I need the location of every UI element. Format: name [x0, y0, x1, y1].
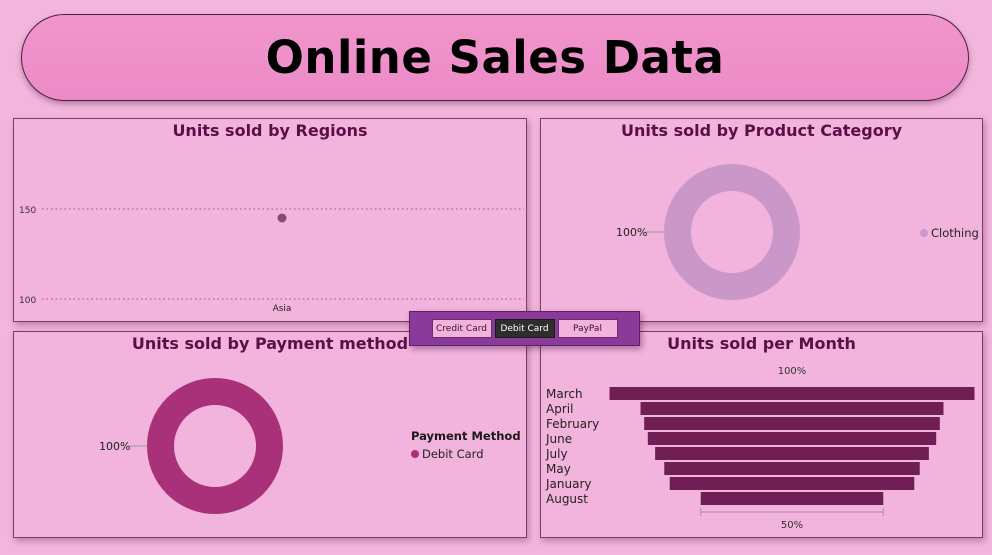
y-tick-label: 100: [19, 296, 36, 306]
legend-marker: [920, 229, 928, 237]
funnel-bar: [640, 402, 944, 415]
regions-chart-panel[interactable]: Units sold by Regions 150 100 Asia: [13, 118, 527, 322]
slicer-debit-card-button[interactable]: Debit Card: [494, 319, 555, 338]
x-tick-label: Asia: [273, 304, 292, 314]
regions-chart: 150 100 Asia: [19, 206, 524, 314]
dashboard-header: Online Sales Data: [21, 14, 969, 101]
funnel-bar: [655, 447, 929, 460]
category-label: August: [546, 492, 588, 506]
funnel-bar: [609, 387, 975, 400]
y-tick-label: 150: [19, 206, 36, 216]
legend-label: Clothing: [931, 226, 979, 240]
category-label: February: [546, 417, 599, 431]
category-label: June: [545, 432, 572, 446]
data-point: [277, 213, 287, 223]
category-label: March: [546, 387, 583, 401]
legend-title: Payment Method: [411, 429, 521, 443]
month-chart-panel[interactable]: Units sold per Month 100% March April Febru…: [540, 331, 983, 538]
payment-donut-chart: 100% Payment Method Debit Card: [99, 378, 521, 514]
donut-slice: [664, 164, 800, 300]
category-donut-chart: 100% Clothing: [616, 164, 979, 300]
funnel-bottom-label: 50%: [781, 520, 803, 531]
payment-chart-panel[interactable]: Units sold by Payment method 100% Payment…: [13, 331, 527, 538]
funnel-bar: [664, 462, 920, 475]
funnel-bar: [669, 477, 915, 490]
donut-slice: [147, 378, 283, 514]
category-label: January: [545, 477, 592, 491]
legend-label: Debit Card: [422, 447, 484, 461]
slicer-credit-card-button[interactable]: Credit Card: [431, 319, 492, 338]
funnel-bar: [647, 432, 937, 445]
month-funnel-chart: 100% MarchAprilFebruaryJuneJulyMayJanuary…: [545, 366, 975, 531]
funnel-bar: [644, 417, 940, 430]
payment-slicer: Credit Card Debit Card PayPal: [409, 311, 640, 346]
page-title: Online Sales Data: [265, 31, 725, 84]
funnel-top-label: 100%: [778, 366, 807, 377]
category-label: May: [546, 462, 571, 476]
legend-marker: [411, 450, 419, 458]
category-label: July: [545, 447, 568, 461]
funnel-bar: [700, 492, 884, 505]
category-chart-panel[interactable]: Units sold by Product Category 100% Cloth…: [540, 118, 983, 322]
category-label: April: [546, 402, 573, 416]
slicer-paypal-button[interactable]: PayPal: [557, 319, 618, 338]
slice-label: 100%: [99, 440, 130, 453]
slice-label: 100%: [616, 226, 647, 239]
